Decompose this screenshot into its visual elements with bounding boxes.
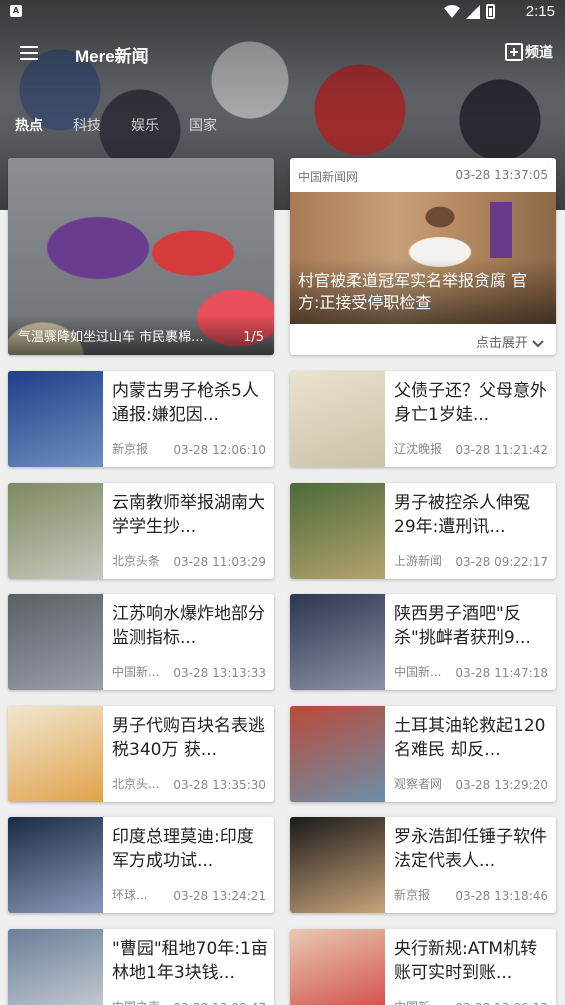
news-thumbnail — [8, 482, 103, 579]
news-time: 03-28 13:24:21 — [173, 889, 266, 903]
featured-title: 村官被柔道冠军实名举报贪腐 官方:正接受停职检查 — [298, 271, 528, 312]
news-item[interactable]: 江苏响水爆炸地部分监测指标... 中国新... 03-28 13:13:33 — [8, 594, 274, 690]
featured-source: 中国新闻网 — [298, 170, 359, 184]
news-time: 03-28 11:03:29 — [173, 554, 266, 569]
news-thumbnail — [8, 594, 103, 690]
expand-button[interactable]: 点击展开 — [476, 332, 544, 351]
status-bar: A 2:15 — [0, 0, 565, 24]
news-thumbnail — [8, 371, 103, 467]
news-time: 03-28 12:06:10 — [173, 443, 266, 457]
news-item[interactable]: 印度总理莫迪:印度军方成功试... 环球... 03-28 13:24:21 — [8, 817, 274, 913]
app-bar: Mere新闻 频道 — [0, 30, 565, 78]
news-source: 北京头... — [112, 776, 160, 791]
news-title: 内蒙古男子枪杀5人 通报:嫌犯因... — [112, 381, 259, 425]
news-title: 男子被控杀人伸冤29年:遭刑讯... — [394, 492, 530, 537]
news-time: 03-28 13:06:12 — [455, 1001, 548, 1005]
category-tabs: 热点 科技 娱乐 国家 — [0, 113, 232, 139]
expand-label: 点击展开 — [475, 336, 528, 351]
news-time: 03-28 13:35:30 — [173, 777, 266, 792]
news-source: 环球... — [112, 888, 148, 902]
tab-nation[interactable]: 国家 — [174, 113, 232, 139]
news-title: "曹园"租地70年:1亩林地1年3块钱... — [112, 938, 268, 983]
add-channel-icon — [505, 43, 523, 61]
news-item[interactable]: 罗永浩卸任锤子软件法定代表人... 新京报 03-28 13:18:46 — [290, 817, 556, 913]
tab-entertainment[interactable]: 娱乐 — [116, 113, 174, 139]
carousel-pager: 1/5 — [243, 330, 264, 345]
news-thumbnail — [290, 371, 385, 467]
news-thumbnail — [8, 817, 103, 913]
news-item[interactable]: 土耳其油轮救起120名难民 却反... 观察者网 03-28 13:29:20 — [290, 705, 556, 802]
app-title: Mere新闻 — [75, 47, 149, 66]
news-thumbnail — [290, 594, 385, 690]
news-item[interactable]: 内蒙古男子枪杀5人 通报:嫌犯因... 新京报 03-28 12:06:10 — [8, 371, 274, 467]
news-time: 03-28 13:18:46 — [455, 889, 548, 903]
channel-button[interactable]: 频道 — [505, 42, 553, 62]
notification-icon: A — [10, 5, 22, 17]
chevron-down-icon — [532, 339, 544, 347]
news-title: 土耳其油轮救起120名难民 却反... — [394, 715, 546, 760]
news-thumbnail — [290, 705, 385, 802]
news-thumbnail — [290, 928, 385, 1005]
news-title: 云南教师举报湖南大学学生抄... — [112, 492, 265, 537]
menu-icon[interactable] — [20, 46, 38, 60]
news-source: 上游新闻 — [394, 553, 443, 568]
news-title: 央行新规:ATM机转账可实时到账... — [394, 938, 538, 983]
tab-hot[interactable]: 热点 — [0, 113, 58, 139]
news-thumbnail — [8, 705, 103, 802]
news-thumbnail — [290, 482, 385, 579]
news-time: 03-28 13:08:47 — [173, 1001, 266, 1005]
news-source: 中国新... — [394, 998, 441, 1005]
news-time: 03-28 09:22:17 — [455, 554, 548, 569]
news-thumbnail — [8, 928, 103, 1005]
tab-tech[interactable]: 科技 — [58, 113, 116, 139]
news-item[interactable]: 云南教师举报湖南大学学生抄... 北京头条 03-28 11:03:29 — [8, 482, 274, 579]
battery-icon — [486, 4, 495, 19]
news-item[interactable]: 父债子还？父母意外身亡1岁娃... 辽沈晚报 03-28 11:21:42 — [290, 371, 556, 467]
featured-time: 03-28 13:37:05 — [455, 168, 548, 182]
news-time: 03-28 11:47:18 — [455, 666, 548, 680]
news-item[interactable]: 央行新规:ATM机转账可实时到账... 中国新... 03-28 13:06:12 — [290, 928, 556, 1005]
news-thumbnail — [290, 817, 385, 913]
news-item[interactable]: 男子被控杀人伸冤29年:遭刑讯... 上游新闻 03-28 09:22:17 — [290, 482, 556, 579]
news-title: 江苏响水爆炸地部分监测指标... — [112, 604, 265, 648]
status-icons — [444, 4, 495, 19]
news-title: 父债子还？父母意外身亡1岁娃... — [394, 381, 547, 425]
featured-news-card[interactable]: 中国新闻网 03-28 13:37:05 村官被柔道冠军实名举报贪腐 官方:正接… — [290, 158, 556, 355]
news-source: 辽沈晚报 — [394, 442, 443, 456]
carousel-caption: 气温骤降如坐过山车 市民裹棉... — [18, 330, 204, 345]
status-time: 2:15 — [525, 3, 555, 20]
wifi-icon — [444, 4, 460, 18]
news-source: 中国之声 — [112, 998, 160, 1005]
news-source: 中国新... — [394, 665, 442, 679]
news-item[interactable]: 陕西男子酒吧"反杀"挑衅者获刑9... 中国新... 03-28 11:47:18 — [290, 594, 556, 690]
news-source: 中国新... — [112, 665, 160, 679]
news-title: 男子代购百块名表逃税340万 获... — [112, 715, 265, 760]
cellular-signal-icon — [466, 4, 480, 19]
news-source: 新京报 — [394, 888, 431, 902]
news-source: 观察者网 — [394, 776, 443, 791]
news-time: 03-28 11:21:42 — [455, 443, 548, 457]
news-source: 北京头条 — [112, 553, 161, 568]
news-title: 印度总理莫迪:印度军方成功试... — [112, 827, 254, 871]
news-source: 新京报 — [112, 442, 149, 456]
image-carousel[interactable]: 气温骤降如坐过山车 市民裹棉... 1/5 — [8, 158, 274, 355]
news-title: 罗永浩卸任锤子软件法定代表人... — [394, 827, 547, 871]
news-time: 03-28 13:13:33 — [173, 666, 266, 680]
news-item[interactable]: 男子代购百块名表逃税340万 获... 北京头... 03-28 13:35:30 — [8, 705, 274, 802]
channel-label: 频道 — [525, 45, 553, 61]
news-time: 03-28 13:29:20 — [455, 777, 548, 792]
news-item[interactable]: "曹园"租地70年:1亩林地1年3块钱... 中国之声 03-28 13:08:47 — [8, 928, 274, 1005]
news-title: 陕西男子酒吧"反杀"挑衅者获刑9... — [394, 604, 531, 648]
